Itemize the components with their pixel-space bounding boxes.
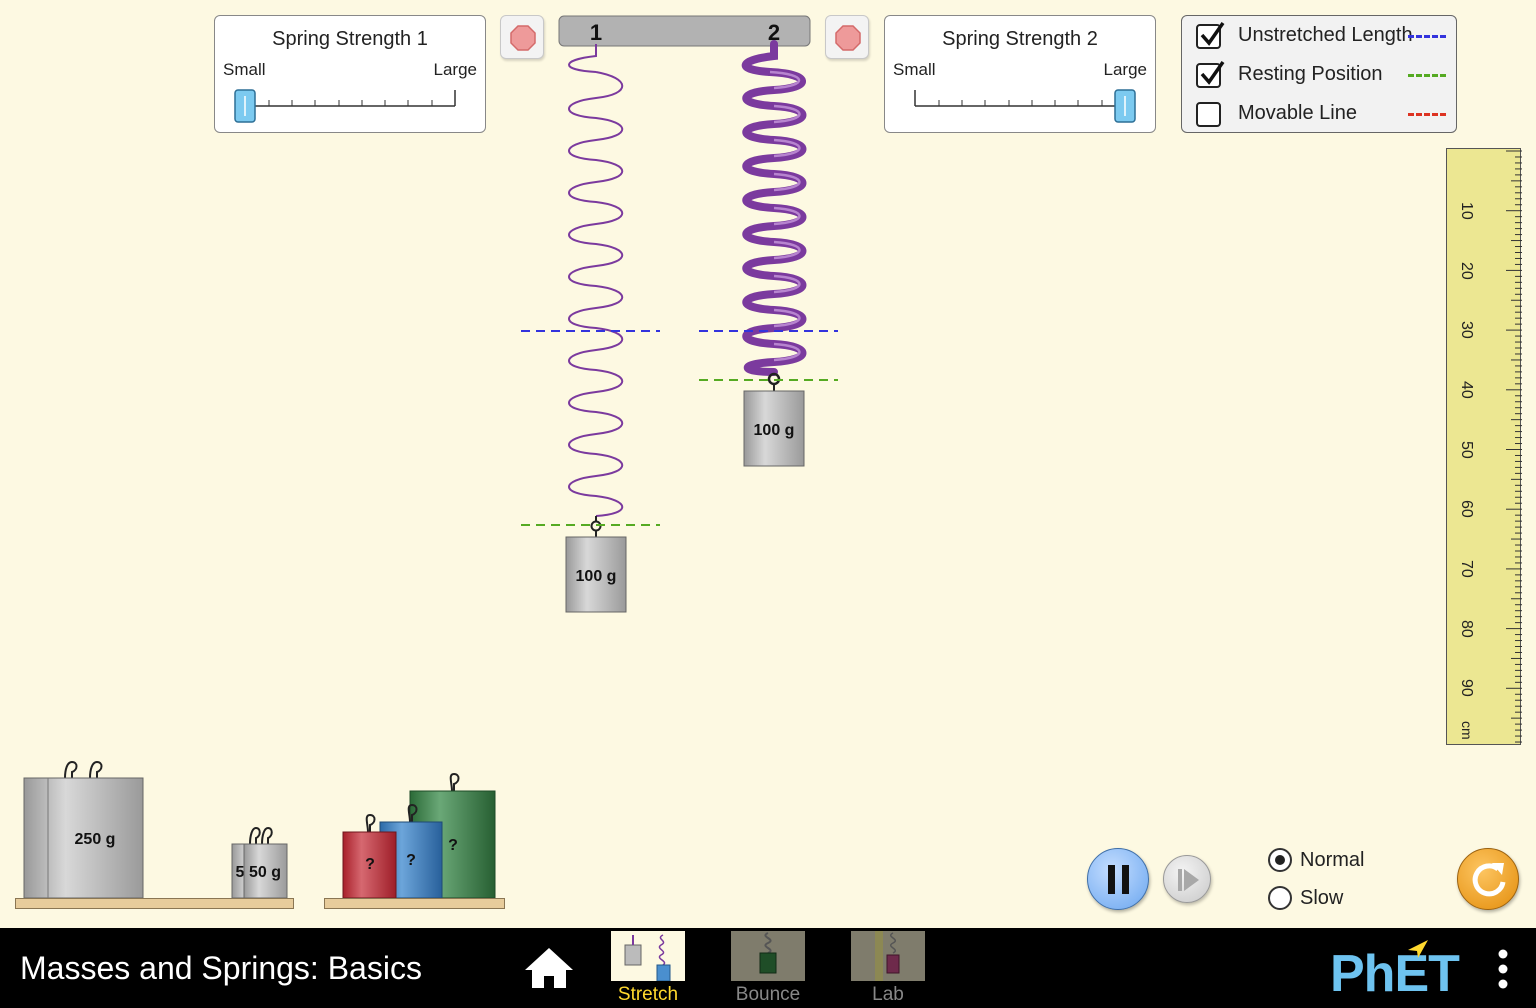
ruler-unit: cm: [1459, 721, 1475, 740]
unstretched-length-checkbox[interactable]: [1196, 22, 1225, 49]
spring-strength-2-slider[interactable]: [885, 16, 1157, 134]
stop-spring-2-button[interactable]: [825, 15, 869, 59]
lab-thumbnail: [851, 931, 925, 981]
mystery-mass-blue-label: ?: [406, 852, 416, 869]
mass-50g-label: 50 g: [249, 864, 281, 881]
more-options-icon[interactable]: [1496, 948, 1510, 990]
spring-strength-2-thumb[interactable]: [1114, 89, 1136, 123]
stop-icon: [835, 25, 861, 51]
resting-position-row[interactable]: Resting Position: [1196, 61, 1446, 88]
mystery-mass-red-label: ?: [365, 856, 375, 873]
speed-normal-radio[interactable]: [1268, 848, 1292, 872]
speed-slow-label: Slow: [1300, 887, 1344, 909]
reset-icon: [1472, 863, 1506, 897]
movable-line-checkbox[interactable]: [1196, 102, 1221, 127]
hanging-mass-2-label: 100 g: [754, 422, 795, 439]
checkmark-icon: [1200, 61, 1225, 85]
unstretched-length-legend: [1408, 35, 1446, 38]
checkmark-icon: [1200, 22, 1225, 46]
ruler-label-70: 70: [1458, 560, 1475, 578]
hanging-mass-1[interactable]: 100 g: [565, 531, 627, 613]
movable-line-row[interactable]: Movable Line: [1196, 101, 1446, 127]
tab-bounce-label: Bounce: [735, 984, 801, 1005]
ruler-label-40: 40: [1458, 381, 1475, 399]
spring-strength-2-panel: Spring Strength 2 Small Large: [884, 15, 1156, 133]
movable-line-legend: [1408, 113, 1446, 116]
speed-slow-radio[interactable]: [1268, 886, 1292, 910]
phet-logo-text: PhET: [1330, 945, 1460, 1003]
app-title: Masses and Springs: Basics: [20, 950, 422, 986]
phet-logo-star-icon: [1408, 940, 1428, 958]
speed-normal-label: Normal: [1300, 849, 1365, 871]
ruler-label-10: 10: [1458, 202, 1475, 220]
stretch-thumbnail: [611, 931, 685, 981]
bounce-thumbnail: [731, 931, 805, 981]
mass-250g[interactable]: 250 g: [23, 760, 144, 899]
resting-position-checkbox[interactable]: [1196, 61, 1225, 88]
ruler-label-60: 60: [1458, 500, 1475, 518]
resting-position-legend: [1408, 74, 1446, 77]
phet-logo[interactable]: PhET: [1330, 940, 1480, 1003]
mystery-mass-shelf: [324, 898, 505, 909]
tab-lab[interactable]: Lab: [851, 931, 925, 1005]
unstretched-length-row[interactable]: Unstretched Length: [1196, 22, 1446, 49]
pause-icon: [1108, 865, 1129, 894]
home-icon[interactable]: [523, 946, 575, 990]
navigation-bar: Masses and Springs: Basics Stretch Bounc…: [0, 928, 1536, 1008]
resting-position-label: Resting Position: [1238, 63, 1383, 85]
tab-stretch[interactable]: Stretch: [611, 931, 685, 1005]
ruler-label-90: 90: [1458, 679, 1475, 697]
spring-2-number: 2: [768, 20, 780, 45]
spring-scene: 1 2 100 g 100 g 250 g 5 50 g ? ? ?: [23, 15, 838, 899]
ruler-label-80: 80: [1458, 620, 1475, 638]
step-forward-icon: [1178, 869, 1199, 891]
hanging-mass-2[interactable]: 100 g: [743, 384, 805, 467]
spring-1[interactable]: [568, 44, 624, 522]
ruler-label-20: 20: [1458, 262, 1475, 280]
speed-normal-option[interactable]: Normal: [1268, 847, 1388, 873]
mass-250g-label: 250 g: [75, 831, 116, 848]
pause-button[interactable]: [1087, 848, 1149, 910]
ruler-label-50: 50: [1458, 441, 1475, 459]
ruler-label-30: 30: [1458, 321, 1475, 339]
hanging-mass-1-label: 100 g: [576, 568, 617, 585]
mass-50g-back-label: 5: [236, 864, 245, 881]
unstretched-length-label: Unstretched Length: [1238, 24, 1413, 46]
step-forward-button[interactable]: [1163, 855, 1211, 903]
tab-stretch-label: Stretch: [617, 984, 679, 1005]
mass-shelf: [15, 898, 294, 909]
tab-bounce[interactable]: Bounce: [731, 931, 805, 1005]
speed-slow-option[interactable]: Slow: [1268, 885, 1388, 911]
ruler[interactable]: 10 20 30 40 50 60 70 80 90 cm: [1446, 148, 1522, 745]
spring-1-number: 1: [590, 20, 602, 45]
reset-all-button[interactable]: [1457, 848, 1519, 910]
visibility-panel: Unstretched Length Resting Position Mova…: [1181, 15, 1457, 133]
movable-line-label: Movable Line: [1238, 102, 1357, 124]
mystery-mass-green-label: ?: [448, 837, 458, 854]
tab-lab-label: Lab: [872, 984, 904, 1005]
